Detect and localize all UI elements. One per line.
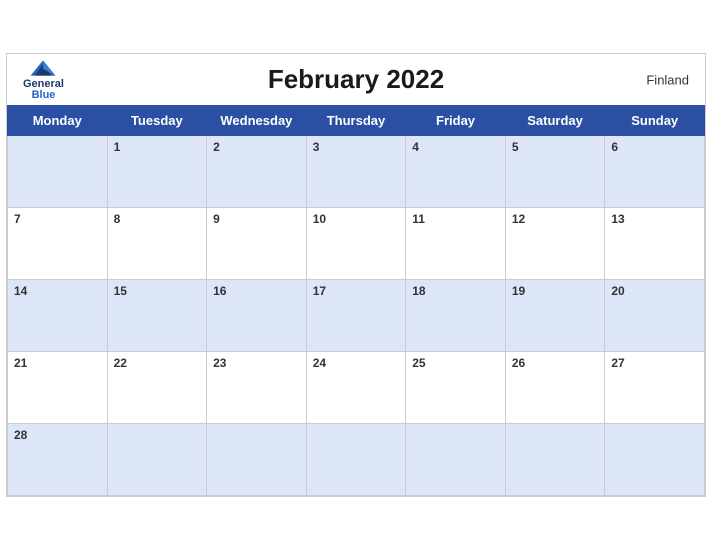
weekday-tuesday: Tuesday bbox=[107, 106, 207, 136]
day-number: 8 bbox=[114, 212, 121, 226]
logo-blue: Blue bbox=[32, 90, 56, 101]
weekday-saturday: Saturday bbox=[505, 106, 605, 136]
logo: General Blue bbox=[23, 59, 64, 101]
calendar-day: 8 bbox=[107, 208, 207, 280]
calendar-day: 4 bbox=[406, 136, 506, 208]
calendar-week-2: 7 8 9 10 11 12 13 bbox=[8, 208, 705, 280]
calendar-day: 6 bbox=[605, 136, 705, 208]
day-number: 16 bbox=[213, 284, 226, 298]
day-number: 6 bbox=[611, 140, 618, 154]
calendar-day: 13 bbox=[605, 208, 705, 280]
calendar-day: 18 bbox=[406, 280, 506, 352]
day-number: 17 bbox=[313, 284, 326, 298]
calendar-day: 11 bbox=[406, 208, 506, 280]
day-number: 2 bbox=[213, 140, 220, 154]
day-number: 3 bbox=[313, 140, 320, 154]
day-number: 14 bbox=[14, 284, 27, 298]
logo-icon bbox=[29, 59, 57, 77]
calendar-week-4: 21 22 23 24 25 26 27 bbox=[8, 352, 705, 424]
day-number: 10 bbox=[313, 212, 326, 226]
day-number: 24 bbox=[313, 356, 326, 370]
country-label: Finland bbox=[646, 72, 689, 87]
weekday-thursday: Thursday bbox=[306, 106, 406, 136]
calendar-day bbox=[406, 424, 506, 496]
weekday-header-row: MondayTuesdayWednesdayThursdayFridaySatu… bbox=[8, 106, 705, 136]
calendar-day bbox=[8, 136, 108, 208]
calendar-day: 2 bbox=[207, 136, 307, 208]
day-number: 22 bbox=[114, 356, 127, 370]
calendar-day: 14 bbox=[8, 280, 108, 352]
day-number: 25 bbox=[412, 356, 425, 370]
calendar-day: 24 bbox=[306, 352, 406, 424]
calendar: General Blue February 2022 Finland Monda… bbox=[6, 53, 706, 497]
day-number: 19 bbox=[512, 284, 525, 298]
weekday-sunday: Sunday bbox=[605, 106, 705, 136]
calendar-day: 16 bbox=[207, 280, 307, 352]
day-number: 26 bbox=[512, 356, 525, 370]
calendar-day bbox=[306, 424, 406, 496]
calendar-day: 28 bbox=[8, 424, 108, 496]
day-number: 27 bbox=[611, 356, 624, 370]
calendar-day: 19 bbox=[505, 280, 605, 352]
day-number: 13 bbox=[611, 212, 624, 226]
calendar-day: 5 bbox=[505, 136, 605, 208]
day-number: 28 bbox=[14, 428, 27, 442]
calendar-day: 1 bbox=[107, 136, 207, 208]
day-number: 12 bbox=[512, 212, 525, 226]
calendar-day: 20 bbox=[605, 280, 705, 352]
calendar-day: 9 bbox=[207, 208, 307, 280]
calendar-week-1: 1 2 3 4 5 6 bbox=[8, 136, 705, 208]
calendar-day: 17 bbox=[306, 280, 406, 352]
day-number: 4 bbox=[412, 140, 419, 154]
calendar-day bbox=[107, 424, 207, 496]
calendar-week-3: 14 15 16 17 18 19 20 bbox=[8, 280, 705, 352]
calendar-grid: MondayTuesdayWednesdayThursdayFridaySatu… bbox=[7, 105, 705, 496]
day-number: 7 bbox=[14, 212, 21, 226]
calendar-day: 3 bbox=[306, 136, 406, 208]
day-number: 9 bbox=[213, 212, 220, 226]
calendar-title: February 2022 bbox=[268, 64, 444, 95]
calendar-day: 15 bbox=[107, 280, 207, 352]
weekday-wednesday: Wednesday bbox=[207, 106, 307, 136]
calendar-header: General Blue February 2022 Finland bbox=[7, 54, 705, 105]
day-number: 23 bbox=[213, 356, 226, 370]
day-number: 20 bbox=[611, 284, 624, 298]
calendar-day: 7 bbox=[8, 208, 108, 280]
calendar-week-5: 28 bbox=[8, 424, 705, 496]
calendar-day bbox=[207, 424, 307, 496]
day-number: 5 bbox=[512, 140, 519, 154]
weekday-monday: Monday bbox=[8, 106, 108, 136]
calendar-day: 26 bbox=[505, 352, 605, 424]
day-number: 1 bbox=[114, 140, 121, 154]
calendar-day: 23 bbox=[207, 352, 307, 424]
weekday-friday: Friday bbox=[406, 106, 506, 136]
day-number: 21 bbox=[14, 356, 27, 370]
calendar-day: 12 bbox=[505, 208, 605, 280]
day-number: 18 bbox=[412, 284, 425, 298]
calendar-day: 25 bbox=[406, 352, 506, 424]
calendar-day: 10 bbox=[306, 208, 406, 280]
calendar-day: 22 bbox=[107, 352, 207, 424]
calendar-day: 21 bbox=[8, 352, 108, 424]
calendar-day: 27 bbox=[605, 352, 705, 424]
calendar-day bbox=[505, 424, 605, 496]
calendar-day bbox=[605, 424, 705, 496]
day-number: 11 bbox=[412, 212, 425, 226]
day-number: 15 bbox=[114, 284, 127, 298]
